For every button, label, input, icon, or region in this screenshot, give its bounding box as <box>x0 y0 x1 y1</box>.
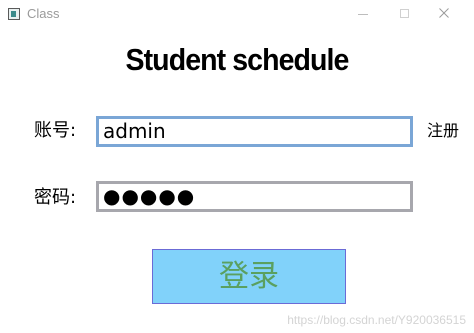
password-label: 密码: <box>34 187 77 208</box>
register-link[interactable]: 注册 <box>427 120 459 142</box>
window-title: Class <box>27 6 60 21</box>
watermark: https://blog.csdn.net/Y920036515 <box>287 313 466 327</box>
app-window-icon <box>8 8 20 20</box>
minimize-icon[interactable] <box>344 0 384 28</box>
maximize-icon[interactable] <box>384 0 424 28</box>
close-icon[interactable] <box>424 0 464 28</box>
password-input[interactable]: ●●●●● <box>96 181 413 212</box>
title-bar: Class <box>0 0 474 30</box>
page-title: Student schedule <box>125 42 350 77</box>
account-label: 账号: <box>34 120 77 141</box>
login-button[interactable]: 登录 <box>152 249 346 304</box>
account-input[interactable]: admin <box>96 116 413 147</box>
